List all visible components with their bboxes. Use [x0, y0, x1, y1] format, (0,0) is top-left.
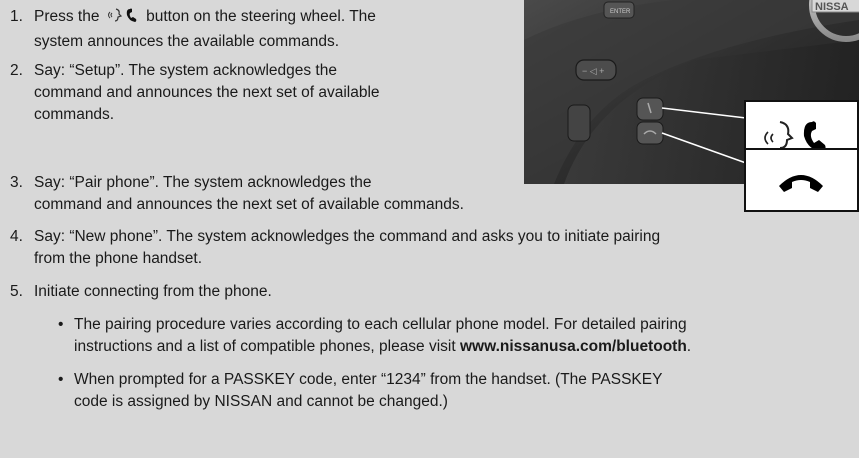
- step-line: Say: “New phone”. The system acknowledge…: [34, 228, 661, 245]
- wheel-end-button: [636, 121, 664, 145]
- nissan-badge-text: NISSA: [815, 1, 849, 13]
- step-number: 4.: [10, 228, 23, 245]
- step-line: Initiate connecting from the phone.: [34, 283, 272, 300]
- mode-button: [567, 104, 591, 142]
- wheel-talk-button: [636, 97, 664, 121]
- bullet-line: code is assigned by NISSAN and cannot be…: [74, 393, 448, 410]
- bullet-dot: •: [58, 316, 64, 333]
- step-line: Say: “Pair phone”. The system acknowledg…: [34, 174, 372, 191]
- step-1: 1. Press the button on the steering whee…: [10, 6, 376, 53]
- step-line: Press the button on the steering wheel. …: [34, 6, 376, 31]
- step-4: 4. Say: “New phone”. The system acknowle…: [10, 226, 660, 270]
- step-number: 5.: [10, 283, 23, 300]
- voice-phone-icon: [106, 6, 140, 31]
- bullet-line: When prompted for a PASSKEY code, enter …: [74, 371, 663, 388]
- step-number: 2.: [10, 62, 23, 79]
- step-line: from the phone handset.: [34, 250, 203, 267]
- svg-text:− ◁ +: − ◁ +: [582, 66, 604, 76]
- phone-hangup-icon: [779, 175, 823, 192]
- bullet-passkey: • When prompted for a PASSKEY code, ente…: [58, 369, 662, 413]
- enter-button-label: ENTER: [610, 9, 631, 15]
- volume-button: − ◁ +: [575, 59, 617, 81]
- step-number: 3.: [10, 174, 23, 191]
- enter-button: ENTER: [603, 1, 635, 19]
- bullet-line: instructions and a list of compatible ph…: [74, 338, 692, 355]
- step-5: 5. Initiate connecting from the phone.: [10, 281, 272, 303]
- step-3: 3. Say: “Pair phone”. The system acknowl…: [10, 172, 464, 216]
- end-call-button-callout: [744, 148, 859, 212]
- step-2: 2. Say: “Setup”. The system acknowledges…: [10, 60, 380, 126]
- bullet-line: The pairing procedure varies according t…: [74, 316, 687, 333]
- bullet-dot: •: [58, 371, 64, 388]
- step-number: 1.: [10, 8, 23, 25]
- bullet-pairing-procedure: • The pairing procedure varies according…: [58, 314, 691, 358]
- bluetooth-url-link[interactable]: www.nissanusa.com/bluetooth: [460, 338, 687, 355]
- step-line: Say: “Setup”. The system acknowledges th…: [34, 62, 337, 79]
- step-line: commands.: [34, 106, 115, 123]
- step-line: command and announces the next set of av…: [34, 84, 380, 101]
- step-line: system announces the available commands.: [34, 33, 339, 50]
- step-line: command and announces the next set of av…: [34, 196, 464, 213]
